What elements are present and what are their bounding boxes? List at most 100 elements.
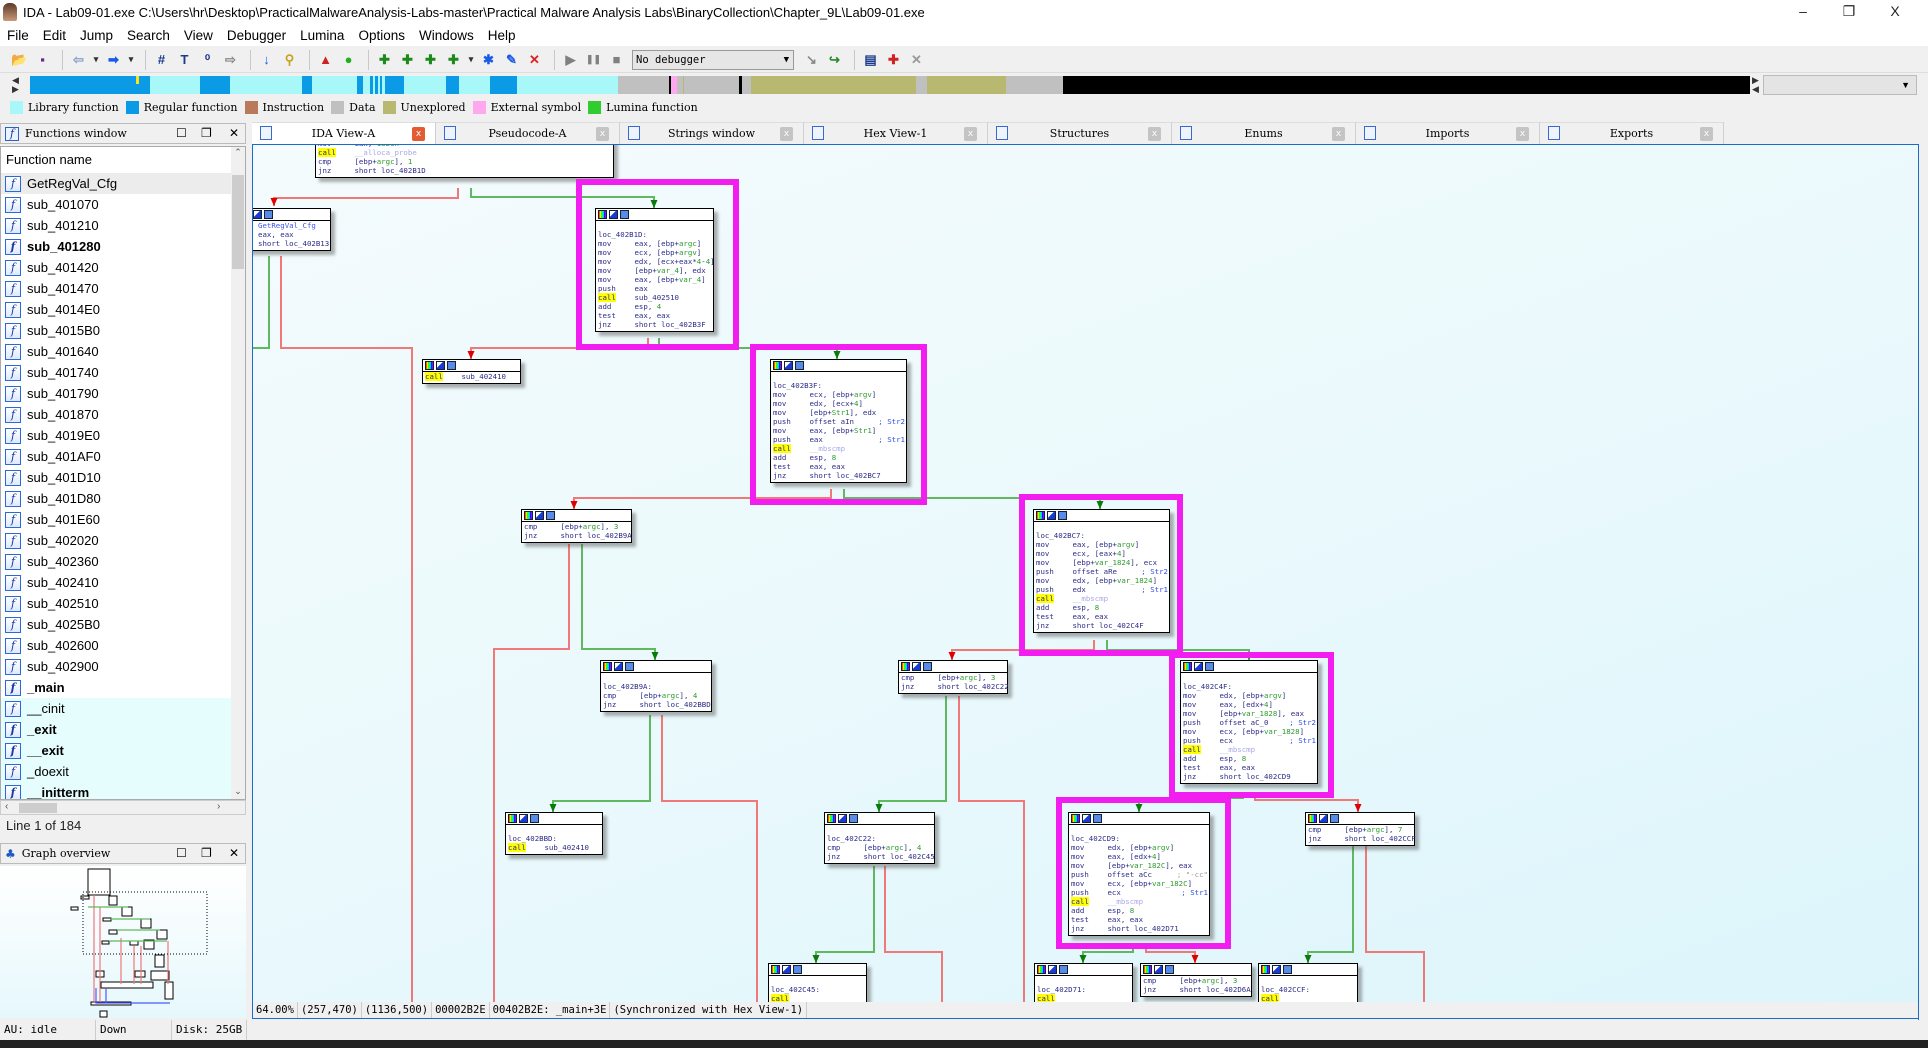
function-row[interactable]: f sub_401D80 (1, 488, 233, 509)
nav-segment-unexplored[interactable] (927, 76, 1006, 94)
forward-icon[interactable]: ➡ (104, 50, 123, 69)
function-row[interactable]: f _main (1, 677, 233, 698)
node-group-icon[interactable] (923, 662, 932, 671)
scrollbar-thumb[interactable] (19, 803, 57, 813)
back-icon[interactable]: ⇦ (69, 50, 88, 69)
nav-segment-library[interactable] (459, 76, 490, 94)
instruction-line[interactable]: jnz short loc_402B1D (316, 166, 613, 175)
instruction-line[interactable]: call sub_402410 (506, 843, 602, 852)
graph-node[interactable]: loc_402CCF: call (1258, 963, 1358, 1002)
graph-node[interactable]: cmp [ebp+argc], 7 jnz short loc_402CCF (1305, 812, 1416, 846)
instruction-line[interactable]: call (1259, 994, 1357, 1002)
close-tab-icon[interactable]: x (596, 127, 609, 141)
edge-true-branch[interactable] (815, 866, 875, 963)
node-color-icon[interactable] (524, 511, 533, 520)
edge-false-branch[interactable] (493, 544, 570, 1002)
edge-false-branch[interactable] (958, 696, 1025, 1002)
function-row[interactable]: f __exit (1, 740, 233, 761)
node-rename-icon[interactable] (1272, 965, 1281, 974)
search-sequence-icon[interactable]: # (152, 50, 171, 69)
edge-true-branch[interactable] (878, 696, 947, 812)
function-row[interactable]: f _doexit (1, 761, 233, 782)
ida-view-graph[interactable]: movebp, espmoveax, 182Chcall__alloca_pro… (252, 144, 1918, 1002)
edge-false-branch[interactable] (280, 256, 413, 1002)
instruction-line[interactable]: cmp [ebp+argc], 4 (825, 843, 934, 852)
maximize-panel-button[interactable]: ☐ (176, 846, 187, 860)
nav-segment-regular[interactable] (200, 76, 230, 94)
nav-segment-data[interactable] (742, 76, 751, 94)
add-breakpoint-icon[interactable]: ✚ (884, 50, 903, 69)
horizontal-scrollbar[interactable]: ‹ › (0, 800, 246, 815)
tab-enums[interactable]: Enums x (1172, 122, 1356, 144)
tab-strings-window[interactable]: Strings window x (620, 122, 804, 144)
search-immediate-icon[interactable]: ⁰ (198, 50, 217, 69)
node-color-icon[interactable] (1308, 814, 1317, 823)
function-row[interactable]: f sub_401280 (1, 236, 233, 257)
function-row[interactable]: f sub_402600 (1, 635, 233, 656)
restore-button[interactable]: ❐ (1826, 0, 1872, 24)
tab-structures[interactable]: Structures x (988, 122, 1172, 144)
save-icon[interactable]: ▪ (33, 50, 52, 69)
instruction-line[interactable]: cmp [ebp+argc], 3 (899, 673, 1007, 682)
instruction-line[interactable]: cmp [ebp+argc], 3 (522, 522, 631, 531)
open-folder-icon[interactable]: 📂 (10, 50, 29, 69)
nav-segment-library[interactable] (363, 76, 370, 94)
node-color-icon[interactable] (901, 662, 910, 671)
edge-false-branch[interactable] (1365, 846, 1425, 1002)
nav-segment-data[interactable] (916, 76, 927, 94)
nav-segment-regular[interactable] (30, 76, 113, 94)
node-group-icon[interactable] (530, 814, 539, 823)
make-ascii-icon[interactable]: ✚ (421, 50, 440, 69)
menu-search[interactable]: Search (127, 28, 170, 43)
function-row[interactable]: f sub_401D10 (1, 467, 233, 488)
analyze-go-icon[interactable]: ● (339, 50, 358, 69)
instruction-line[interactable]: GetRegVal_Cfg (253, 221, 330, 230)
pause-icon[interactable]: ❚❚ (584, 50, 603, 69)
function-row[interactable]: f sub_401210 (1, 215, 233, 236)
function-row[interactable]: f sub_4014E0 (1, 299, 233, 320)
tab-exports[interactable]: Exports x (1540, 122, 1724, 144)
nav-segment-library[interactable] (150, 76, 200, 94)
navigation-band[interactable] (30, 76, 1750, 94)
del-breakpoint-icon[interactable]: ✕ (907, 50, 926, 69)
node-group-icon[interactable] (447, 361, 456, 370)
instruction-line[interactable]: short loc_402B13 (253, 239, 330, 248)
dropdown-icon[interactable]: ▾ (92, 50, 100, 69)
nav-segment-library[interactable] (373, 76, 375, 94)
function-row[interactable]: f sub_401740 (1, 362, 233, 383)
function-row[interactable]: f sub_401640 (1, 341, 233, 362)
graph-node[interactable]: loc_402C45: call (768, 963, 867, 1002)
nav-segment-library[interactable] (382, 76, 385, 94)
node-color-icon[interactable] (771, 965, 780, 974)
node-color-icon[interactable] (603, 662, 612, 671)
function-row[interactable]: f sub_401790 (1, 383, 233, 404)
minimize-button[interactable]: – (1780, 0, 1826, 24)
nav-segment-library[interactable] (378, 76, 380, 94)
node-group-icon[interactable] (793, 965, 802, 974)
menu-options[interactable]: Options (358, 28, 405, 43)
instruction-line[interactable]: call sub_402410 (423, 372, 520, 381)
close-button[interactable]: X (1872, 0, 1918, 24)
undefine-icon[interactable]: ✕ (525, 50, 544, 69)
tab-ida-view-a[interactable]: IDA View-A x (252, 122, 436, 144)
menu-lumina[interactable]: Lumina (300, 28, 344, 43)
menu-debugger[interactable]: Debugger (227, 28, 286, 43)
node-color-icon[interactable] (1037, 965, 1046, 974)
menu-file[interactable]: File (7, 28, 29, 43)
function-row[interactable]: f sub_401E60 (1, 509, 233, 530)
instruction-line[interactable]: cmp [ebp+argc], 1 (316, 157, 613, 166)
menu-help[interactable]: Help (488, 28, 516, 43)
function-row[interactable]: f __initterm (1, 782, 233, 799)
graph-node[interactable]: loc_402D71: call (1034, 963, 1133, 1002)
menu-jump[interactable]: Jump (80, 28, 113, 43)
step-over-icon[interactable]: ↪ (825, 50, 844, 69)
node-group-icon[interactable] (1283, 965, 1292, 974)
node-rename-icon[interactable] (436, 361, 445, 370)
float-panel-button[interactable]: ❐ (201, 126, 212, 140)
node-color-icon[interactable] (827, 814, 836, 823)
node-group-icon[interactable] (264, 210, 273, 219)
make-struct-icon[interactable]: ✚ (444, 50, 463, 69)
function-row[interactable]: f sub_401AF0 (1, 446, 233, 467)
node-group-icon[interactable] (1330, 814, 1339, 823)
graph-node[interactable]: cmp [ebp+argc], 3 jnz short loc_402C22 (898, 660, 1009, 694)
